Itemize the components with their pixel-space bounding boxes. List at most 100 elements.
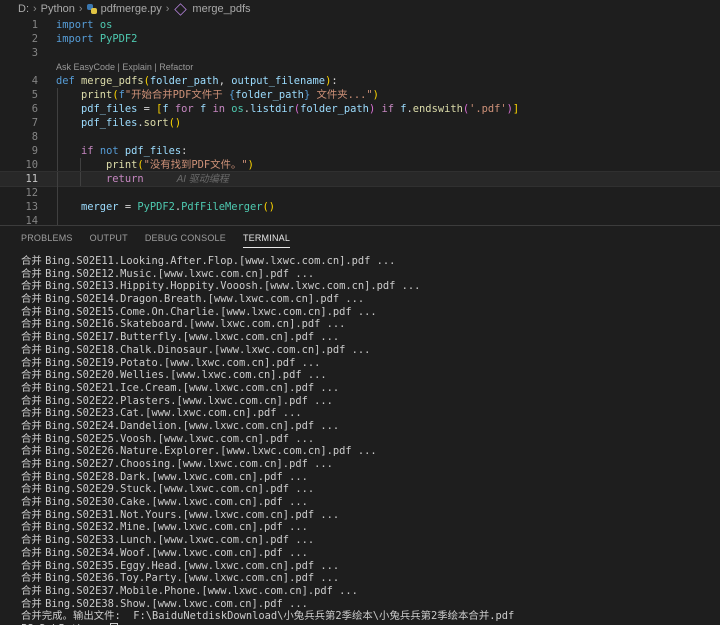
merge-prefix: 合并 xyxy=(21,559,46,572)
codelens-text[interactable]: Ask EasyCode | Explain | Refactor xyxy=(56,60,193,74)
terminal-line: 合并 Bing.S02E31.Not.Yours.[www.lxwc.com.c… xyxy=(21,509,720,522)
terminal-filename: Bing.S02E29.Stuck.[www.lxwc.com.cn].pdf … xyxy=(45,483,315,496)
merge-prefix: 合并 xyxy=(21,521,46,534)
line-number: 13 xyxy=(25,201,38,213)
merge-prefix: 合并 xyxy=(21,267,46,280)
codelens-actions[interactable]: Ask EasyCode | Explain | Refactor xyxy=(0,60,720,74)
code-token: print xyxy=(81,89,113,101)
terminal-filename: Bing.S02E22.Plasters.[www.lxwc.com.cn].p… xyxy=(45,394,333,407)
terminal-output[interactable]: 合并 Bing.S02E11.Looking.After.Flop.[www.l… xyxy=(21,255,720,625)
terminal-filename: Bing.S02E19.Potato.[www.lxwc.com.cn].pdf… xyxy=(45,356,321,369)
tab-debug-console[interactable]: DEBUG CONSOLE xyxy=(145,226,226,250)
merge-prefix: 合并 xyxy=(21,534,46,547)
code-token: print xyxy=(106,159,138,171)
indent-guide xyxy=(57,130,58,144)
code-line[interactable]: 5 print(f"开始合并PDF文件于 {folder_path} 文件夹..… xyxy=(0,88,720,102)
terminal-line: 合并 Bing.S02E20.Wellies.[www.lxwc.com.cn]… xyxy=(21,369,720,382)
breadcrumb-folder[interactable]: Python xyxy=(41,3,75,15)
code-line[interactable]: 1 import os xyxy=(0,18,720,32)
line-number: 8 xyxy=(31,131,38,143)
line-number: 7 xyxy=(31,117,38,129)
code-token: in xyxy=(212,103,226,115)
code-token: folder_path xyxy=(149,75,219,87)
code-text: pdf_files = [f for f in os.listdir(folde… xyxy=(56,102,519,116)
code-line[interactable]: 8 xyxy=(0,130,720,144)
code-line[interactable]: 7 pdf_files.sort() xyxy=(0,116,720,130)
code-token: os xyxy=(231,103,244,115)
code-token: : xyxy=(181,145,188,157)
code-line[interactable]: 6 pdf_files = [f for f in os.listdir(fol… xyxy=(0,102,720,116)
code-text: print(f"开始合并PDF文件于 {folder_path} 文件夹..."… xyxy=(56,88,379,102)
terminal-line: 合并 Bing.S02E26.Nature.Explorer.[www.lxwc… xyxy=(21,445,720,458)
terminal-line: 合并 Bing.S02E30.Cake.[www.lxwc.com.cn].pd… xyxy=(21,496,720,509)
terminal-filename: Bing.S02E24.Dandelion.[www.lxwc.com.cn].… xyxy=(45,419,340,432)
code-text: def merge_pdfs(folder_path, output_filen… xyxy=(56,74,338,88)
terminal-filename: Bing.S02E18.Chalk.Dinosaur.[www.lxwc.com… xyxy=(45,343,371,356)
code-token: merge_pdfs xyxy=(81,75,144,87)
terminal-filename: Bing.S02E17.Butterfly.[www.lxwc.com.cn].… xyxy=(45,331,340,344)
code-line[interactable]: 11 return AI 驱动编程 xyxy=(0,171,720,187)
code-line[interactable]: 13 merger = PyPDF2.PdfFileMerger() xyxy=(0,200,720,214)
code-token: import xyxy=(56,19,94,31)
tab-problems[interactable]: PROBLEMS xyxy=(21,226,73,250)
code-text: return AI 驱动编程 xyxy=(56,172,229,187)
merge-prefix: 合并 xyxy=(21,432,46,445)
merge-prefix: 合并 xyxy=(21,305,46,318)
merge-prefix: 合并 xyxy=(21,280,46,293)
terminal-filename: Bing.S02E21.Ice.Cream.[www.lxwc.com.cn].… xyxy=(45,381,340,394)
terminal-filename: Bing.S02E13.Hippity.Hoppity.Vooosh.[www.… xyxy=(45,280,421,293)
code-token: PyPDF2 xyxy=(99,33,138,45)
terminal-line: 合并 Bing.S02E19.Potato.[www.lxwc.com.cn].… xyxy=(21,357,720,370)
terminal-line: 合并 Bing.S02E22.Plasters.[www.lxwc.com.cn… xyxy=(21,395,720,408)
code-text: import PyPDF2 xyxy=(56,32,137,46)
terminal-line: 合并 Bing.S02E11.Looking.After.Flop.[www.l… xyxy=(21,255,720,268)
code-line[interactable]: 3 xyxy=(0,46,720,60)
code-token: return xyxy=(106,173,144,185)
merge-prefix: 合并 xyxy=(21,419,46,432)
code-line[interactable]: 4 def merge_pdfs(folder_path, output_file… xyxy=(0,74,720,88)
code-editor[interactable]: 1 import os 2 import PyPDF2 3 Ask EasyCode | … xyxy=(0,18,720,225)
code-token: () xyxy=(168,117,182,129)
breadcrumb-drive[interactable]: D: xyxy=(18,3,29,15)
code-token: merger xyxy=(81,201,119,213)
terminal-line: 合并 Bing.S02E12.Music.[www.lxwc.com.cn].p… xyxy=(21,268,720,281)
line-number: 9 xyxy=(31,145,38,157)
code-line[interactable]: 9 if not pdf_files: xyxy=(0,144,720,158)
terminal-line: 合并 Bing.S02E18.Chalk.Dinosaur.[www.lxwc.… xyxy=(21,344,720,357)
code-token: sort xyxy=(143,117,169,129)
terminal-line: 合并 Bing.S02E32.Mine.[www.lxwc.com.cn].pd… xyxy=(21,521,720,534)
code-line[interactable]: 2 import PyPDF2 xyxy=(0,32,720,46)
code-token: 文件夹..." xyxy=(310,89,373,101)
code-line[interactable]: 12 xyxy=(0,186,720,200)
code-line[interactable]: 10 print("没有找到PDF文件。") xyxy=(0,158,720,172)
merge-prefix: 合并 xyxy=(21,331,46,344)
terminal-filename: Bing.S02E28.Dark.[www.lxwc.com.cn].pdf .… xyxy=(45,470,308,483)
code-text: import os xyxy=(56,18,112,32)
terminal-line: 合并 Bing.S02E16.Skateboard.[www.lxwc.com.… xyxy=(21,318,720,331)
merge-prefix: 合并 xyxy=(21,496,46,509)
tab-output[interactable]: OUTPUT xyxy=(90,226,128,250)
terminal-filename: Bing.S02E12.Music.[www.lxwc.com.cn].pdf … xyxy=(45,267,315,280)
terminal-line: 合并 Bing.S02E38.Show.[www.lxwc.com.cn].pd… xyxy=(21,598,720,611)
breadcrumb-file[interactable]: pdfmerge.py xyxy=(101,3,162,15)
terminal-filename: Bing.S02E27.Choosing.[www.lxwc.com.cn].p… xyxy=(45,458,333,470)
terminal-line: 合并 Bing.S02E36.Toy.Party.[www.lxwc.com.c… xyxy=(21,572,720,585)
code-token: pdf_files xyxy=(124,145,182,157)
merge-prefix: 合并 xyxy=(21,356,46,369)
code-token: not xyxy=(99,145,119,157)
tab-terminal[interactable]: TERMINAL xyxy=(242,226,291,250)
terminal-filename: Bing.S02E26.Nature.Explorer.[www.lxwc.co… xyxy=(45,445,377,458)
line-number: 6 xyxy=(31,103,38,115)
breadcrumb-symbol[interactable]: merge_pdfs xyxy=(192,3,250,15)
merge-prefix: 合并 xyxy=(21,572,46,585)
code-line[interactable]: 14 xyxy=(0,214,720,225)
merge-prefix: 合并 xyxy=(21,255,46,267)
code-token: listdir xyxy=(250,103,294,115)
code-token: os xyxy=(99,19,113,31)
merge-prefix: 合并 xyxy=(21,584,46,597)
function-symbol-icon xyxy=(174,2,188,16)
line-number: 1 xyxy=(31,19,38,31)
